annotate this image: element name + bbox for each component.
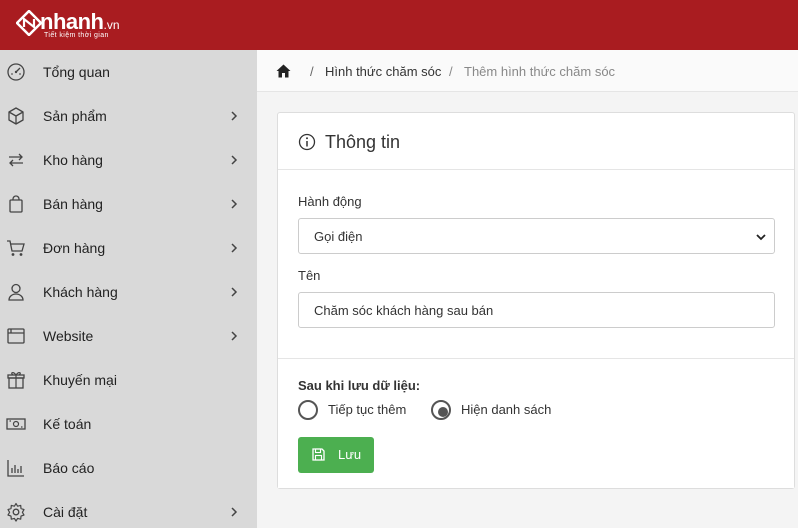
home-icon[interactable] [276, 64, 291, 78]
breadcrumb-current: Thêm hình thức chăm sóc [464, 64, 616, 79]
sidebar-item-tong-quan[interactable]: Tổng quan [0, 50, 257, 94]
chevron-right-icon [228, 198, 240, 210]
radio-dot [438, 407, 448, 417]
breadcrumb: / Hình thức chăm sóc / Thêm hình thức ch… [257, 50, 798, 92]
bar-chart-icon [6, 458, 26, 478]
sidebar-item-don-hang[interactable]: Đơn hàng [0, 226, 257, 270]
name-label: Tên [298, 268, 321, 283]
logo-name: nhanh [40, 9, 104, 34]
breadcrumb-separator: / [449, 64, 453, 79]
sidebar-item-kho-hang[interactable]: Kho hàng [0, 138, 257, 182]
logo-suffix: .vn [103, 18, 120, 32]
continue-adding-label: Tiếp tục thêm [328, 402, 407, 417]
after-save-label: Sau khi lưu dữ liệu: [298, 378, 421, 393]
floppy-disk-icon [312, 448, 325, 461]
sidebar-item-label: Sản phẩm [43, 108, 107, 124]
chevron-right-icon [228, 110, 240, 122]
user-icon [6, 282, 26, 302]
save-button-label: Lưu [338, 447, 362, 462]
sidebar-item-label: Khuyến mại [43, 372, 117, 388]
radio-circle [298, 400, 318, 420]
card-header: Thông tin [278, 113, 794, 170]
main-content: / Hình thức chăm sóc / Thêm hình thức ch… [257, 50, 798, 528]
chevron-down-icon [755, 231, 767, 243]
cart-icon [6, 238, 26, 258]
chevron-right-icon [228, 242, 240, 254]
sidebar-item-label: Báo cáo [43, 460, 95, 476]
sidebar-item-ban-hang[interactable]: Bán hàng [0, 182, 257, 226]
transfer-arrows-icon [6, 150, 26, 170]
info-circle-icon [298, 133, 316, 151]
breadcrumb-separator: / [310, 64, 314, 79]
sidebar-item-khach-hang[interactable]: Khách hàng [0, 270, 257, 314]
logo-mark-icon [16, 10, 42, 36]
sidebar: Tổng quan Sản phẩm Kho hàng Bán hàng Đơn… [0, 50, 257, 528]
sidebar-item-label: Tổng quan [43, 64, 110, 80]
sidebar-item-khuyen-mai[interactable]: Khuyến mại [0, 358, 257, 402]
radio-circle [431, 400, 451, 420]
sidebar-item-san-pham[interactable]: Sản phẩm [0, 94, 257, 138]
sidebar-item-bao-cao[interactable]: Báo cáo [0, 446, 257, 490]
action-select[interactable]: Gọi điện [298, 218, 775, 254]
chevron-right-icon [228, 506, 240, 518]
gear-icon [6, 502, 26, 522]
action-label: Hành động [298, 194, 362, 209]
money-icon [6, 414, 26, 434]
sidebar-item-label: Website [43, 328, 94, 344]
show-list-label: Hiện danh sách [461, 402, 552, 417]
top-bar: nhanh.vn Tiết kiệm thời gian [0, 0, 798, 50]
sidebar-item-label: Đơn hàng [43, 240, 106, 256]
action-select-value: Gọi điện [314, 229, 363, 244]
breadcrumb-parent-link[interactable]: Hình thức chăm sóc [325, 64, 441, 79]
chevron-right-icon [228, 286, 240, 298]
dashboard-gauge-icon [6, 62, 26, 82]
sidebar-item-website[interactable]: Website [0, 314, 257, 358]
card-footer: Sau khi lưu dữ liệu: Tiếp tục thêm Hiện … [278, 358, 794, 488]
sidebar-item-label: Kế toán [43, 416, 92, 432]
sidebar-item-ke-toan[interactable]: Kế toán [0, 402, 257, 446]
gift-icon [6, 370, 26, 390]
sidebar-item-cai-dat[interactable]: Cài đặt [0, 490, 257, 528]
name-input[interactable] [298, 292, 775, 328]
shopping-bag-icon [6, 194, 26, 214]
box-icon [6, 106, 26, 126]
sidebar-item-label: Khách hàng [43, 284, 118, 300]
chevron-right-icon [228, 330, 240, 342]
sidebar-item-label: Kho hàng [43, 152, 103, 168]
logo-tagline: Tiết kiệm thời gian [44, 32, 109, 39]
brand-logo[interactable]: nhanh.vn Tiết kiệm thời gian [16, 8, 136, 42]
browser-window-icon [6, 326, 26, 346]
sidebar-item-label: Cài đặt [43, 504, 88, 520]
save-button[interactable]: Lưu [298, 437, 374, 473]
card-title: Thông tin [325, 132, 401, 152]
sidebar-item-label: Bán hàng [43, 196, 103, 212]
chevron-right-icon [228, 154, 240, 166]
info-card: Thông tin Hành động Gọi điện Tên Sau khi… [277, 112, 795, 489]
